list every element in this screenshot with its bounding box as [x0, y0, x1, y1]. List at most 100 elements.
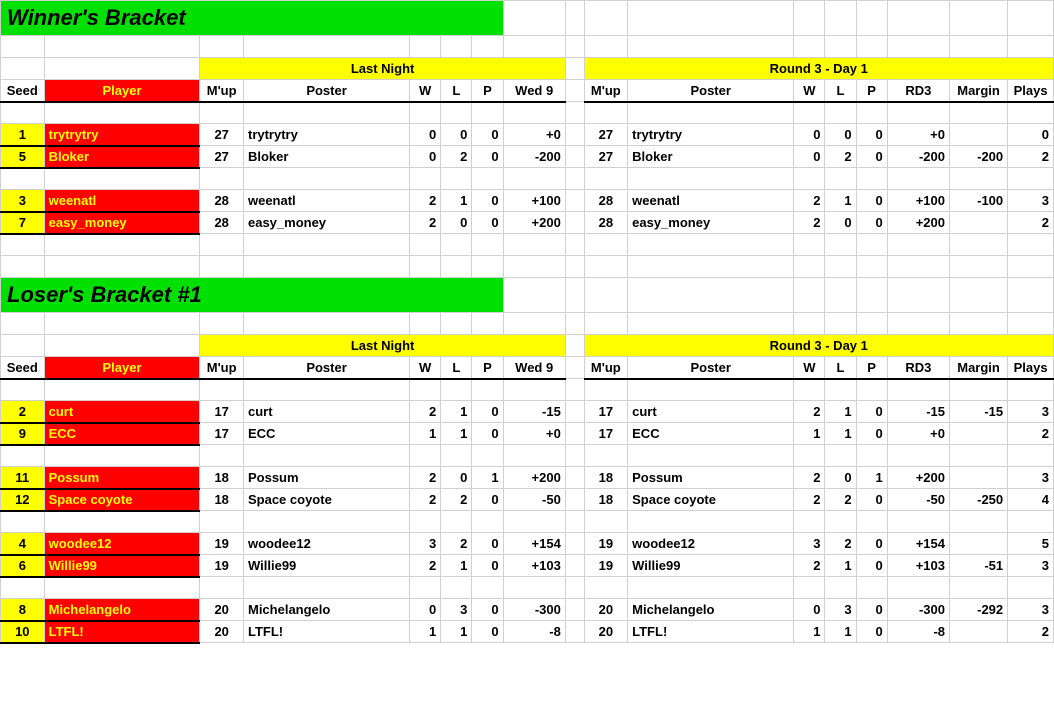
player-cell: trytrytry [44, 124, 200, 146]
poster-cell: Space coyote [243, 489, 409, 511]
seed-cell: 8 [1, 599, 45, 621]
w-cell: 2 [410, 467, 441, 489]
margin-cell: -15 [950, 401, 1008, 423]
col-player: Player [44, 357, 200, 379]
table-row: 2curt17curt210-1517curt210-15-153 [1, 401, 1054, 423]
plays-cell: 2 [1008, 621, 1054, 643]
table-row: 12Space coyote18Space coyote220-5018Spac… [1, 489, 1054, 511]
p-cell-2: 0 [856, 555, 887, 577]
p-cell-2: 0 [856, 212, 887, 234]
margin-cell: -200 [950, 146, 1008, 168]
col-seed: Seed [1, 80, 45, 102]
player-cell: LTFL! [44, 621, 200, 643]
poster-cell-2: woodee12 [628, 533, 794, 555]
poster-cell: trytrytry [243, 124, 409, 146]
player-cell: Space coyote [44, 489, 200, 511]
col-player: Player [44, 80, 200, 102]
w-cell: 3 [410, 533, 441, 555]
seed-cell: 2 [1, 401, 45, 423]
mup-cell-2: 28 [584, 190, 628, 212]
p-cell-2: 0 [856, 124, 887, 146]
rd-cell: +100 [887, 190, 949, 212]
l-cell: 0 [441, 124, 472, 146]
plays-cell: 3 [1008, 555, 1054, 577]
p-cell: 0 [472, 190, 503, 212]
w-cell: 0 [410, 599, 441, 621]
rd-cell: +103 [887, 555, 949, 577]
p-cell: 0 [472, 212, 503, 234]
plays-cell: 0 [1008, 124, 1054, 146]
col-w-2: W [794, 80, 825, 102]
bracket-title: Winner's Bracket [1, 1, 504, 36]
l-cell: 3 [441, 599, 472, 621]
table-row: 3weenatl28weenatl210+10028weenatl210+100… [1, 190, 1054, 212]
poster-cell-2: trytrytry [628, 124, 794, 146]
margin-cell [950, 423, 1008, 445]
score-cell: -8 [503, 621, 565, 643]
seed-cell: 4 [1, 533, 45, 555]
margin-cell: -51 [950, 555, 1008, 577]
poster-cell: Willie99 [243, 555, 409, 577]
bracket-table: Winner's Bracket Last Night Round 3 - Day … [0, 0, 1054, 644]
mup-cell: 18 [200, 467, 244, 489]
player-cell: curt [44, 401, 200, 423]
col-plays: Plays [1008, 357, 1054, 379]
p-cell: 0 [472, 124, 503, 146]
w-cell: 2 [410, 489, 441, 511]
w-cell-2: 2 [794, 401, 825, 423]
player-cell: Michelangelo [44, 599, 200, 621]
p-cell-2: 0 [856, 190, 887, 212]
table-row: 5Bloker27Bloker020-20027Bloker020-200-20… [1, 146, 1054, 168]
seed-cell: 11 [1, 467, 45, 489]
table-row: 10LTFL!20LTFL!110-820LTFL!110-82 [1, 621, 1054, 643]
section-header-last-night: Last Night [200, 58, 565, 80]
mup-cell-2: 20 [584, 621, 628, 643]
p-cell-2: 1 [856, 467, 887, 489]
rd-cell: -200 [887, 146, 949, 168]
p-cell: 0 [472, 489, 503, 511]
poster-cell: easy_money [243, 212, 409, 234]
l-cell: 1 [441, 423, 472, 445]
l-cell-2: 0 [825, 467, 856, 489]
w-cell: 0 [410, 124, 441, 146]
score-cell: +154 [503, 533, 565, 555]
mup-cell-2: 27 [584, 146, 628, 168]
l-cell: 1 [441, 401, 472, 423]
mup-cell: 28 [200, 190, 244, 212]
p-cell-2: 0 [856, 489, 887, 511]
col-w-2: W [794, 357, 825, 379]
player-cell: easy_money [44, 212, 200, 234]
w-cell: 2 [410, 212, 441, 234]
poster-cell: ECC [243, 423, 409, 445]
table-row: 7easy_money28easy_money200+20028easy_mon… [1, 212, 1054, 234]
section-header-round: Round 3 - Day 1 [584, 58, 1053, 80]
p-cell: 0 [472, 599, 503, 621]
p-cell: 0 [472, 621, 503, 643]
l-cell: 1 [441, 621, 472, 643]
section-header-round: Round 3 - Day 1 [584, 335, 1053, 357]
mup-cell-2: 20 [584, 599, 628, 621]
w-cell: 1 [410, 621, 441, 643]
poster-cell-2: Possum [628, 467, 794, 489]
w-cell-2: 0 [794, 599, 825, 621]
mup-cell: 17 [200, 423, 244, 445]
seed-cell: 1 [1, 124, 45, 146]
mup-cell-2: 28 [584, 212, 628, 234]
l-cell-2: 1 [825, 555, 856, 577]
l-cell: 2 [441, 533, 472, 555]
mup-cell-2: 27 [584, 124, 628, 146]
mup-cell-2: 18 [584, 467, 628, 489]
col-l-2: L [825, 357, 856, 379]
mup-cell-2: 17 [584, 401, 628, 423]
rd-cell: +154 [887, 533, 949, 555]
p-cell: 0 [472, 423, 503, 445]
table-row: 8Michelangelo20Michelangelo030-30020Mich… [1, 599, 1054, 621]
w-cell-2: 0 [794, 124, 825, 146]
mup-cell: 19 [200, 533, 244, 555]
rd-cell: +200 [887, 212, 949, 234]
w-cell-2: 3 [794, 533, 825, 555]
poster-cell-2: Michelangelo [628, 599, 794, 621]
margin-cell [950, 124, 1008, 146]
rd-cell: +200 [887, 467, 949, 489]
mup-cell: 19 [200, 555, 244, 577]
